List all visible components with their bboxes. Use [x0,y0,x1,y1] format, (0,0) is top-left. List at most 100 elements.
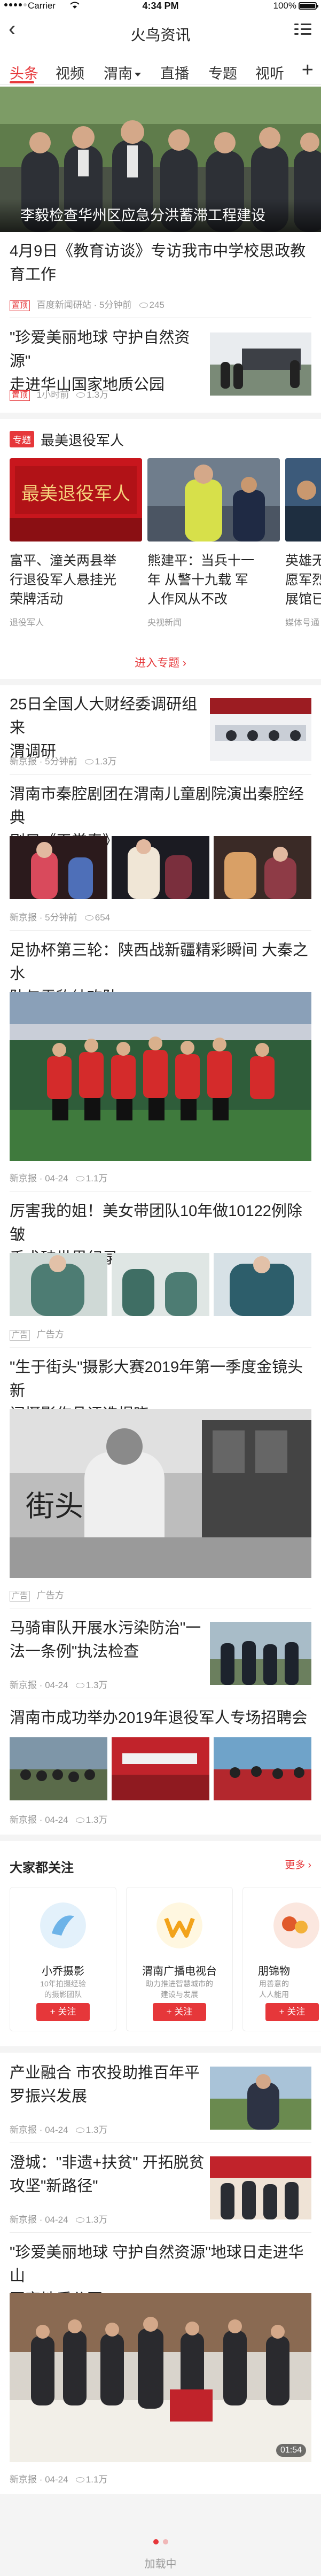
channel-name: 小乔摄影 [42,1966,84,1977]
channel-logo [40,1902,86,1948]
news-source: 新京报 [10,912,37,923]
tab-topics[interactable]: 专题 [208,62,237,83]
news-meta: 置顶 百度新闻研站 · 5分钟前 245 [10,297,165,311]
video-player[interactable]: 01:54 [10,2293,311,2462]
news-source: 新京报 [10,2215,37,2225]
tab-toutiao[interactable]: 头条 [10,62,38,83]
topic-card-image: 最美退役军人 [10,458,142,541]
news-source: 新京报 [10,2125,37,2135]
topic-card[interactable]: 最美退役军人 富平、潼关两县举 行退役军人悬挂光 荣牌活动 退役军人 [10,458,142,628]
news-source: 新京报 [10,1815,37,1825]
news-time: 5分钟前 [45,756,77,767]
follow-card[interactable]: 朋锦物 用善意的 人人能用 + 关注 [242,1887,321,2031]
news-thumbnail[interactable] [112,1737,209,1800]
views-icon [75,1817,84,1823]
channel-tabs: 头条 视频 渭南 直播 专题 视听 + [0,58,321,83]
channel-desc: 助力推进智慧城市的 建设与发展 [146,1979,213,1999]
divider [10,930,311,931]
news-title[interactable]: 渭南市成功举办2019年退役军人专场招聘会 [10,1706,311,1730]
ad-thumbnail[interactable] [214,1253,311,1316]
divider [10,2232,311,2233]
news-title[interactable]: 澄城："非遗+扶贫" 开拓脱贫 攻坚"新路径" [10,2151,207,2198]
news-time: 04-24 [45,1680,68,1690]
views-icon [84,759,93,764]
ad-thumbnail[interactable] [112,1253,209,1316]
news-meta: 新京报 · 04-24 1.1万 [10,2474,108,2485]
follow-card[interactable]: 小乔摄影 10年拍摄经验 的摄影团队 + 关注 [10,1887,116,2031]
news-thumbnail[interactable] [214,836,311,899]
ad-badge: 广告 [10,1330,30,1341]
channel-desc: 10年拍摄经验 的摄影团队 [40,1979,86,1999]
ad-badge: 广告 [10,1591,30,1602]
follow-button[interactable]: + 关注 [36,2003,90,2021]
news-source: 新京报 [10,1680,37,1690]
follow-button[interactable]: + 关注 [265,2003,319,2021]
views-icon [76,392,85,398]
menu-icon[interactable] [294,22,311,36]
news-time: 1小时前 [36,390,69,400]
topic-card[interactable]: 英雄无 愿军烈 展馆已 媒体号通 [285,458,321,628]
news-title[interactable]: 产业融合 市农投助推百年平 罗振兴发展 [10,2061,207,2108]
news-thumbnail[interactable] [210,332,311,396]
news-thumbnail[interactable] [210,698,311,761]
news-thumbnail[interactable] [112,836,209,899]
news-thumbnail[interactable] [10,836,107,899]
news-views: 1.3万 [85,1815,108,1825]
video-duration: 01:54 [276,2444,306,2457]
ad-thumbnail[interactable] [10,1253,107,1316]
news-thumbnail[interactable] [10,1737,107,1800]
news-image[interactable] [10,992,311,1161]
news-views: 654 [95,912,111,923]
pinned-badge: 置顶 [10,300,30,311]
news-views: 1.3万 [85,2125,108,2135]
tab-weinan[interactable]: 渭南 [104,62,141,83]
follow-card[interactable]: 渭南广播电视台 助力推进智慧城市的 建设与发展 + 关注 [126,1887,233,2031]
add-channel-icon[interactable]: + [302,59,314,82]
topic-card-source: 媒体号通 [285,618,320,628]
news-time: 5分钟前 [99,300,132,310]
news-thumbnail[interactable] [210,2067,311,2130]
divider [10,1191,311,1192]
news-meta: 新京报 · 5分钟前 654 [10,912,111,923]
svg-text:街头: 街头 [26,1489,83,1523]
active-tab-indicator [10,81,34,83]
hero-carousel[interactable]: 李毅检查华州区应急分洪蓄滞工程建设 [0,87,321,232]
news-thumbnail[interactable] [210,2156,311,2219]
section-gap [0,413,321,419]
news-views: 245 [149,300,165,310]
news-time: 04-24 [45,2215,68,2225]
news-title[interactable]: 4月9日《教育访谈》专访我市中学校思政教 育工作 [10,239,311,287]
news-views: 1.1万 [85,1173,108,1183]
tab-live[interactable]: 直播 [160,62,189,83]
news-title[interactable]: 马骑审队开展水污染防治"一 法一条例"执法检查 [10,1616,207,1664]
news-thumbnail[interactable] [214,1737,311,1800]
news-time: 04-24 [45,2125,68,2135]
news-title[interactable]: "珍爱美丽地球 守护自然资源" 走进华山国家地质公园 [10,326,207,397]
news-thumbnail[interactable] [210,1622,311,1685]
channel-logo [156,1902,202,1948]
views-icon [75,2477,84,2482]
topic-card[interactable]: 熊建平：当兵十一年 从警十九载 军人作风从不改 央视新闻 [147,458,280,628]
news-source: 新京报 [10,1173,37,1183]
tab-video[interactable]: 视频 [56,62,84,83]
views-icon [139,302,148,308]
topic-card-title: 熊建平：当兵十一年 从警十九载 军人作风从不改 [147,553,255,607]
page-title: 火鸟资讯 [130,27,191,43]
news-views: 1.3万 [85,1680,108,1690]
topic-card-title: 富平、潼关两县举 行退役军人悬挂光 荣牌活动 [10,553,117,607]
loading-label: 加载中 [144,2558,177,2570]
news-title[interactable]: 25日全国人大财经委调研组来 渭调研 [10,693,207,763]
news-time: 04-24 [45,1173,68,1183]
views-icon [75,1682,84,1688]
follow-button[interactable]: + 关注 [153,2003,206,2021]
topic-card-image [147,458,280,541]
news-meta: 置顶 1小时前 1.3万 [10,387,108,401]
channel-desc: 用善意的 人人能用 [259,1979,289,1999]
follow-more-link[interactable]: 更多 › [285,1857,311,1871]
news-meta: 广告 广告方 [10,1327,64,1341]
battery-percent: 100% [273,1,296,11]
tab-audio-video[interactable]: 视听 [255,62,284,83]
enter-topic-link[interactable]: 进入专题 › [0,654,321,670]
ad-image[interactable]: 街头 [10,1409,311,1578]
divider [10,1347,311,1348]
